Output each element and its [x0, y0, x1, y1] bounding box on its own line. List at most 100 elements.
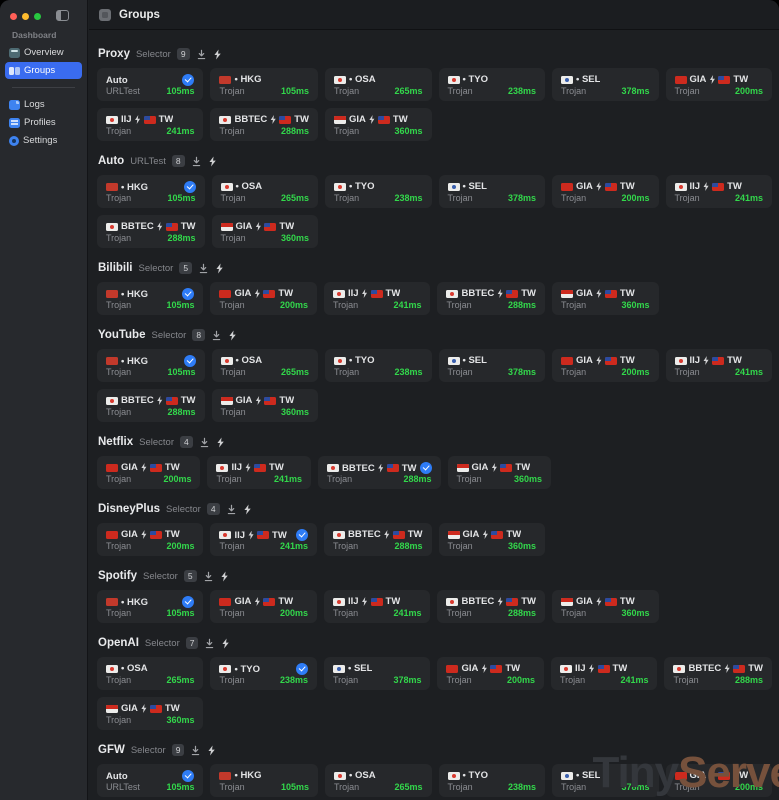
proxy-card[interactable]: • TYOTrojan238ms: [325, 175, 432, 208]
speed-test-icon[interactable]: [208, 156, 217, 167]
proxy-card[interactable]: BBTECTWTrojan288ms: [437, 590, 545, 623]
proxy-card-top: Auto: [106, 770, 194, 782]
proxy-card[interactable]: GIATWTrojan200ms: [666, 68, 772, 101]
selected-check-icon: [182, 288, 194, 300]
proxy-name: • OSA: [334, 770, 376, 781]
proxy-card[interactable]: GIATWTrojan360ms: [448, 456, 552, 489]
latency-test-icon[interactable]: [199, 437, 210, 448]
group-header: AutoURLTest8: [98, 155, 772, 167]
proxy-card[interactable]: AutoURLTest105ms: [97, 764, 203, 797]
protocol-label: URLTest: [106, 782, 140, 792]
latency-value: 360ms: [514, 474, 542, 484]
proxy-card[interactable]: • HKGTrojan105ms: [97, 349, 205, 382]
speed-test-icon[interactable]: [221, 638, 230, 649]
proxy-card[interactable]: GIATWTrojan200ms: [210, 282, 317, 315]
sidebar-item-groups[interactable]: Groups: [5, 62, 82, 79]
proxy-card[interactable]: • HKGTrojan105ms: [97, 590, 203, 623]
proxy-card[interactable]: GIATWTrojan200ms: [437, 657, 544, 690]
proxy-card[interactable]: GIATWTrojan360ms: [325, 108, 432, 141]
proxy-card-bottom: Trojan288ms: [446, 608, 536, 618]
latency-test-icon[interactable]: [203, 571, 214, 582]
proxy-card[interactable]: IIJTWTrojan241ms: [207, 456, 311, 489]
proxy-card-top: GIATW: [221, 395, 309, 406]
proxy-card[interactable]: GIATWTrojan200ms: [552, 175, 659, 208]
toggle-sidebar-icon[interactable]: [56, 10, 69, 21]
proxy-card[interactable]: GIATWTrojan360ms: [212, 389, 318, 422]
proxy-card[interactable]: GIATWTrojan360ms: [212, 215, 318, 248]
proxy-card[interactable]: GIATWTrojan200ms: [210, 590, 317, 623]
proxy-card[interactable]: • TYOTrojan238ms: [210, 657, 317, 690]
proxy-card[interactable]: IIJTWTrojan241ms: [324, 590, 431, 623]
sidebar-item-settings[interactable]: Settings: [5, 132, 82, 149]
proxy-card[interactable]: BBTECTWTrojan288ms: [664, 657, 772, 690]
proxy-card[interactable]: GIATWTrojan360ms: [552, 590, 659, 623]
protocol-label: Trojan: [448, 367, 473, 377]
proxy-card[interactable]: • HKGTrojan105ms: [97, 175, 205, 208]
proxy-card[interactable]: BBTECTWTrojan288ms: [97, 215, 205, 248]
proxy-group-spotify: SpotifySelector5• HKGTrojan105msGIATWTro…: [97, 570, 772, 623]
minimize-window-button[interactable]: [22, 13, 29, 20]
close-window-button[interactable]: [10, 13, 17, 20]
proxy-card-top: • HKG: [106, 288, 194, 300]
latency-test-icon[interactable]: [204, 638, 215, 649]
proxy-card[interactable]: • OSATrojan265ms: [97, 657, 203, 690]
proxy-card[interactable]: GIATWTrojan360ms: [97, 697, 203, 730]
proxy-card[interactable]: IIJTWTrojan241ms: [210, 523, 317, 556]
proxy-card[interactable]: BBTECTWTrojan288ms: [318, 456, 441, 489]
proxy-card[interactable]: GIATWTrojan360ms: [552, 282, 659, 315]
proxy-card[interactable]: • OSATrojan265ms: [325, 68, 432, 101]
latency-test-icon[interactable]: [226, 504, 237, 515]
latency-test-icon[interactable]: [211, 330, 222, 341]
proxy-card[interactable]: • OSATrojan265ms: [212, 349, 318, 382]
proxy-card[interactable]: • OSATrojan265ms: [212, 175, 318, 208]
proxy-card[interactable]: BBTECTWTrojan288ms: [210, 108, 318, 141]
flag-corner: [605, 290, 611, 294]
speed-test-icon[interactable]: [207, 745, 216, 756]
proxy-card[interactable]: • SELTrojan378ms: [552, 764, 659, 797]
speed-test-icon[interactable]: [220, 571, 229, 582]
proxy-card[interactable]: GIATWTrojan360ms: [439, 523, 546, 556]
speed-test-icon[interactable]: [213, 49, 222, 60]
latency-test-icon[interactable]: [196, 49, 207, 60]
proxy-card[interactable]: • HKGTrojan105ms: [97, 282, 203, 315]
proxy-card[interactable]: IIJTWTrojan241ms: [97, 108, 203, 141]
flag-cn-icon: [675, 76, 687, 84]
group-type-label: Selector: [139, 263, 174, 274]
latency-test-icon[interactable]: [198, 263, 209, 274]
sidebar-item-overview[interactable]: Overview: [5, 44, 82, 61]
proxy-card[interactable]: AutoURLTest105ms: [97, 68, 203, 101]
speed-test-icon[interactable]: [216, 437, 225, 448]
speed-test-icon[interactable]: [215, 263, 224, 274]
speed-test-icon[interactable]: [243, 504, 252, 515]
zoom-window-button[interactable]: [34, 13, 41, 20]
latency-test-icon[interactable]: [190, 745, 201, 756]
proxy-card[interactable]: GIATWTrojan200ms: [97, 523, 203, 556]
proxy-card-grid: • HKGTrojan105ms• OSATrojan265ms• TYOTro…: [97, 349, 772, 422]
proxy-card[interactable]: GIATWTrojan200ms: [666, 764, 772, 797]
proxy-card[interactable]: • TYOTrojan238ms: [439, 764, 546, 797]
proxy-card[interactable]: GIATWTrojan200ms: [552, 349, 659, 382]
proxy-card[interactable]: IIJTWTrojan241ms: [551, 657, 657, 690]
proxy-card[interactable]: • HKGTrojan105ms: [210, 764, 318, 797]
proxy-card[interactable]: • SELTrojan378ms: [324, 657, 431, 690]
sidebar-item-logs[interactable]: Logs: [5, 96, 82, 113]
proxy-card[interactable]: • OSATrojan265ms: [325, 764, 432, 797]
sidebar-item-profiles[interactable]: Profiles: [5, 114, 82, 131]
proxy-card[interactable]: GIATWTrojan200ms: [97, 456, 200, 489]
proxy-card[interactable]: • SELTrojan378ms: [439, 175, 546, 208]
proxy-card[interactable]: • HKGTrojan105ms: [210, 68, 318, 101]
proxy-card[interactable]: BBTECTWTrojan288ms: [97, 389, 205, 422]
proxy-card[interactable]: BBTECTWTrojan288ms: [324, 523, 432, 556]
proxy-card[interactable]: • SELTrojan378ms: [439, 349, 546, 382]
proxy-card-bottom: Trojan360ms: [334, 126, 423, 136]
proxy-card[interactable]: IIJTWTrojan241ms: [666, 175, 772, 208]
proxy-card[interactable]: IIJTWTrojan241ms: [324, 282, 431, 315]
proxy-card[interactable]: • SELTrojan378ms: [552, 68, 659, 101]
proxy-card[interactable]: BBTECTWTrojan288ms: [437, 282, 545, 315]
proxy-card[interactable]: • TYOTrojan238ms: [439, 68, 546, 101]
proxy-card[interactable]: IIJTWTrojan241ms: [666, 349, 772, 382]
relay-bolt-icon: [596, 182, 602, 191]
speed-test-icon[interactable]: [228, 330, 237, 341]
proxy-card[interactable]: • TYOTrojan238ms: [325, 349, 432, 382]
latency-test-icon[interactable]: [191, 156, 202, 167]
